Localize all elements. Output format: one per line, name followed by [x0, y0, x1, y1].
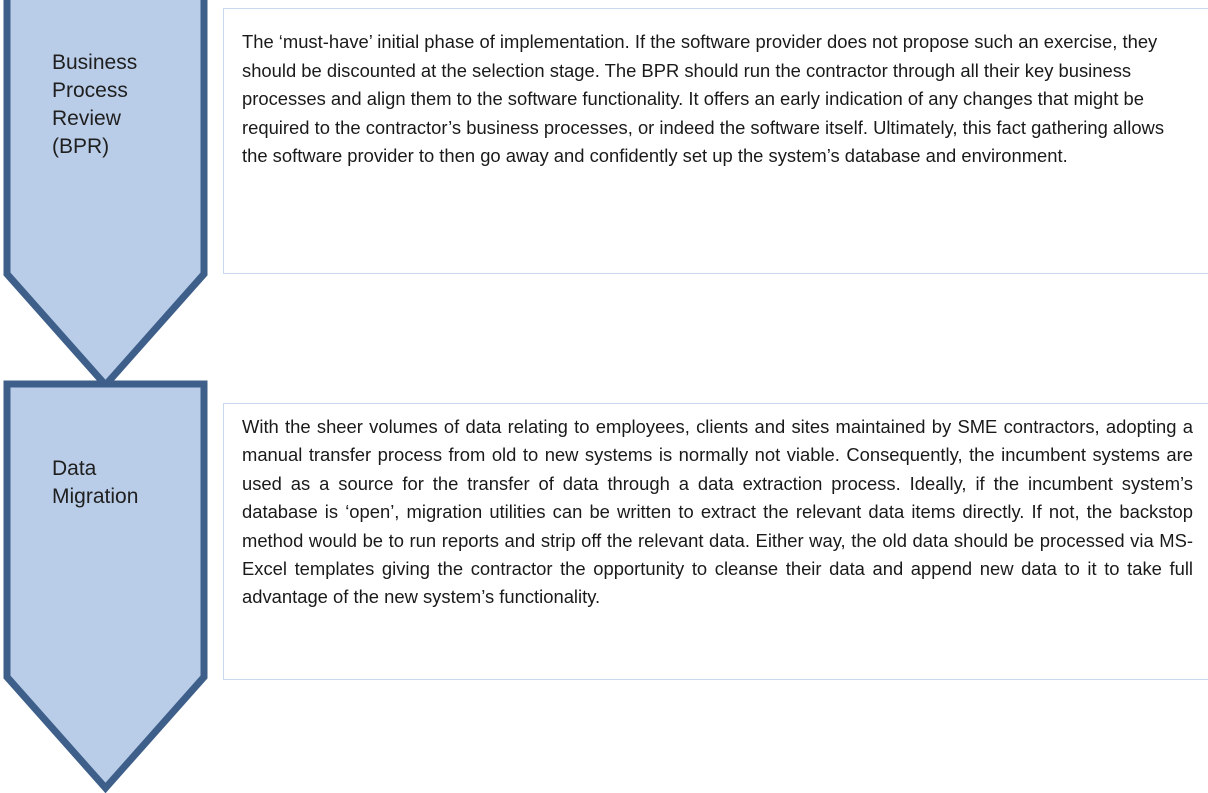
step-label-line: Review — [52, 107, 121, 130]
step-description-bpr: The ‘must-have’ initial phase of impleme… — [242, 31, 1165, 166]
step-description-data-migration: With the sheer volumes of data relating … — [242, 416, 1193, 608]
step-label-line: Data — [52, 457, 97, 480]
chevron-step-bpr: Business Process Review (BPR) — [0, 0, 210, 390]
step-label-data-migration: Data Migration — [52, 455, 138, 511]
step-label-line: Migration — [52, 485, 139, 508]
step-label-line: (BPR) — [52, 135, 110, 158]
chevron-shape-data-migration — [3, 380, 208, 793]
step-description-box-bpr: The ‘must-have’ initial phase of impleme… — [223, 8, 1208, 274]
step-label-line: Business — [52, 51, 138, 74]
step-label-bpr: Business Process Review (BPR) — [52, 49, 137, 161]
chevron-step-data-migration: Data Migration — [0, 380, 210, 793]
step-description-box-data-migration: With the sheer volumes of data relating … — [223, 403, 1208, 680]
step-label-line: Process — [52, 79, 128, 102]
